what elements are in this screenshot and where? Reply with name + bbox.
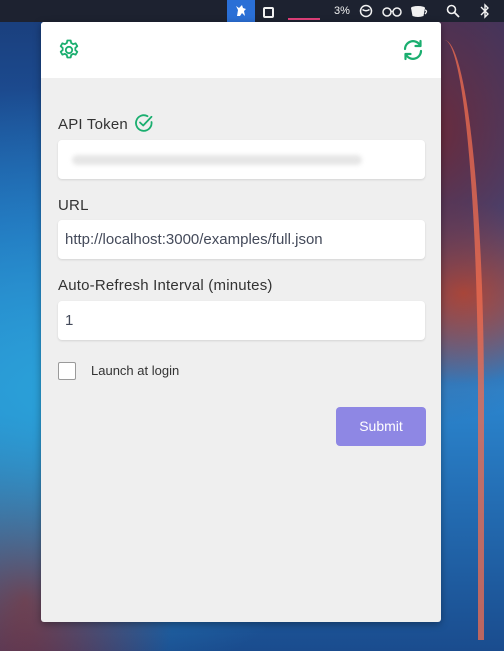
api-token-label: API Token xyxy=(58,116,128,133)
menu-bar: 3% xyxy=(0,0,504,22)
interval-label: Auto-Refresh Interval (minutes) xyxy=(58,277,273,294)
cat-icon[interactable] xyxy=(227,0,255,22)
bluetooth-icon[interactable] xyxy=(474,0,496,22)
glasses-icon[interactable] xyxy=(380,0,404,22)
url-field[interactable]: http://localhost:3000/examples/full.json xyxy=(58,220,425,259)
redacted-token xyxy=(72,155,362,165)
launch-at-login-label: Launch at login xyxy=(91,363,180,378)
check-circle-icon xyxy=(134,113,154,133)
status-indicator[interactable] xyxy=(288,0,320,22)
url-label: URL xyxy=(58,197,89,214)
gear-icon[interactable] xyxy=(57,38,81,62)
interval-field[interactable]: 1 xyxy=(58,301,425,340)
battery-text[interactable]: 3% xyxy=(330,0,354,22)
api-token-field[interactable] xyxy=(58,140,425,179)
circle-slash-icon[interactable] xyxy=(356,0,376,22)
launch-at-login-checkbox[interactable] xyxy=(58,362,76,380)
refresh-icon[interactable] xyxy=(401,38,425,62)
cup-icon[interactable] xyxy=(408,0,430,22)
submit-button[interactable]: Submit xyxy=(336,407,426,446)
square-icon[interactable] xyxy=(258,0,278,22)
panel-header xyxy=(41,22,441,78)
search-icon[interactable] xyxy=(442,0,464,22)
preferences-panel: API Token URL http://localhost:3000/exam… xyxy=(41,22,441,622)
